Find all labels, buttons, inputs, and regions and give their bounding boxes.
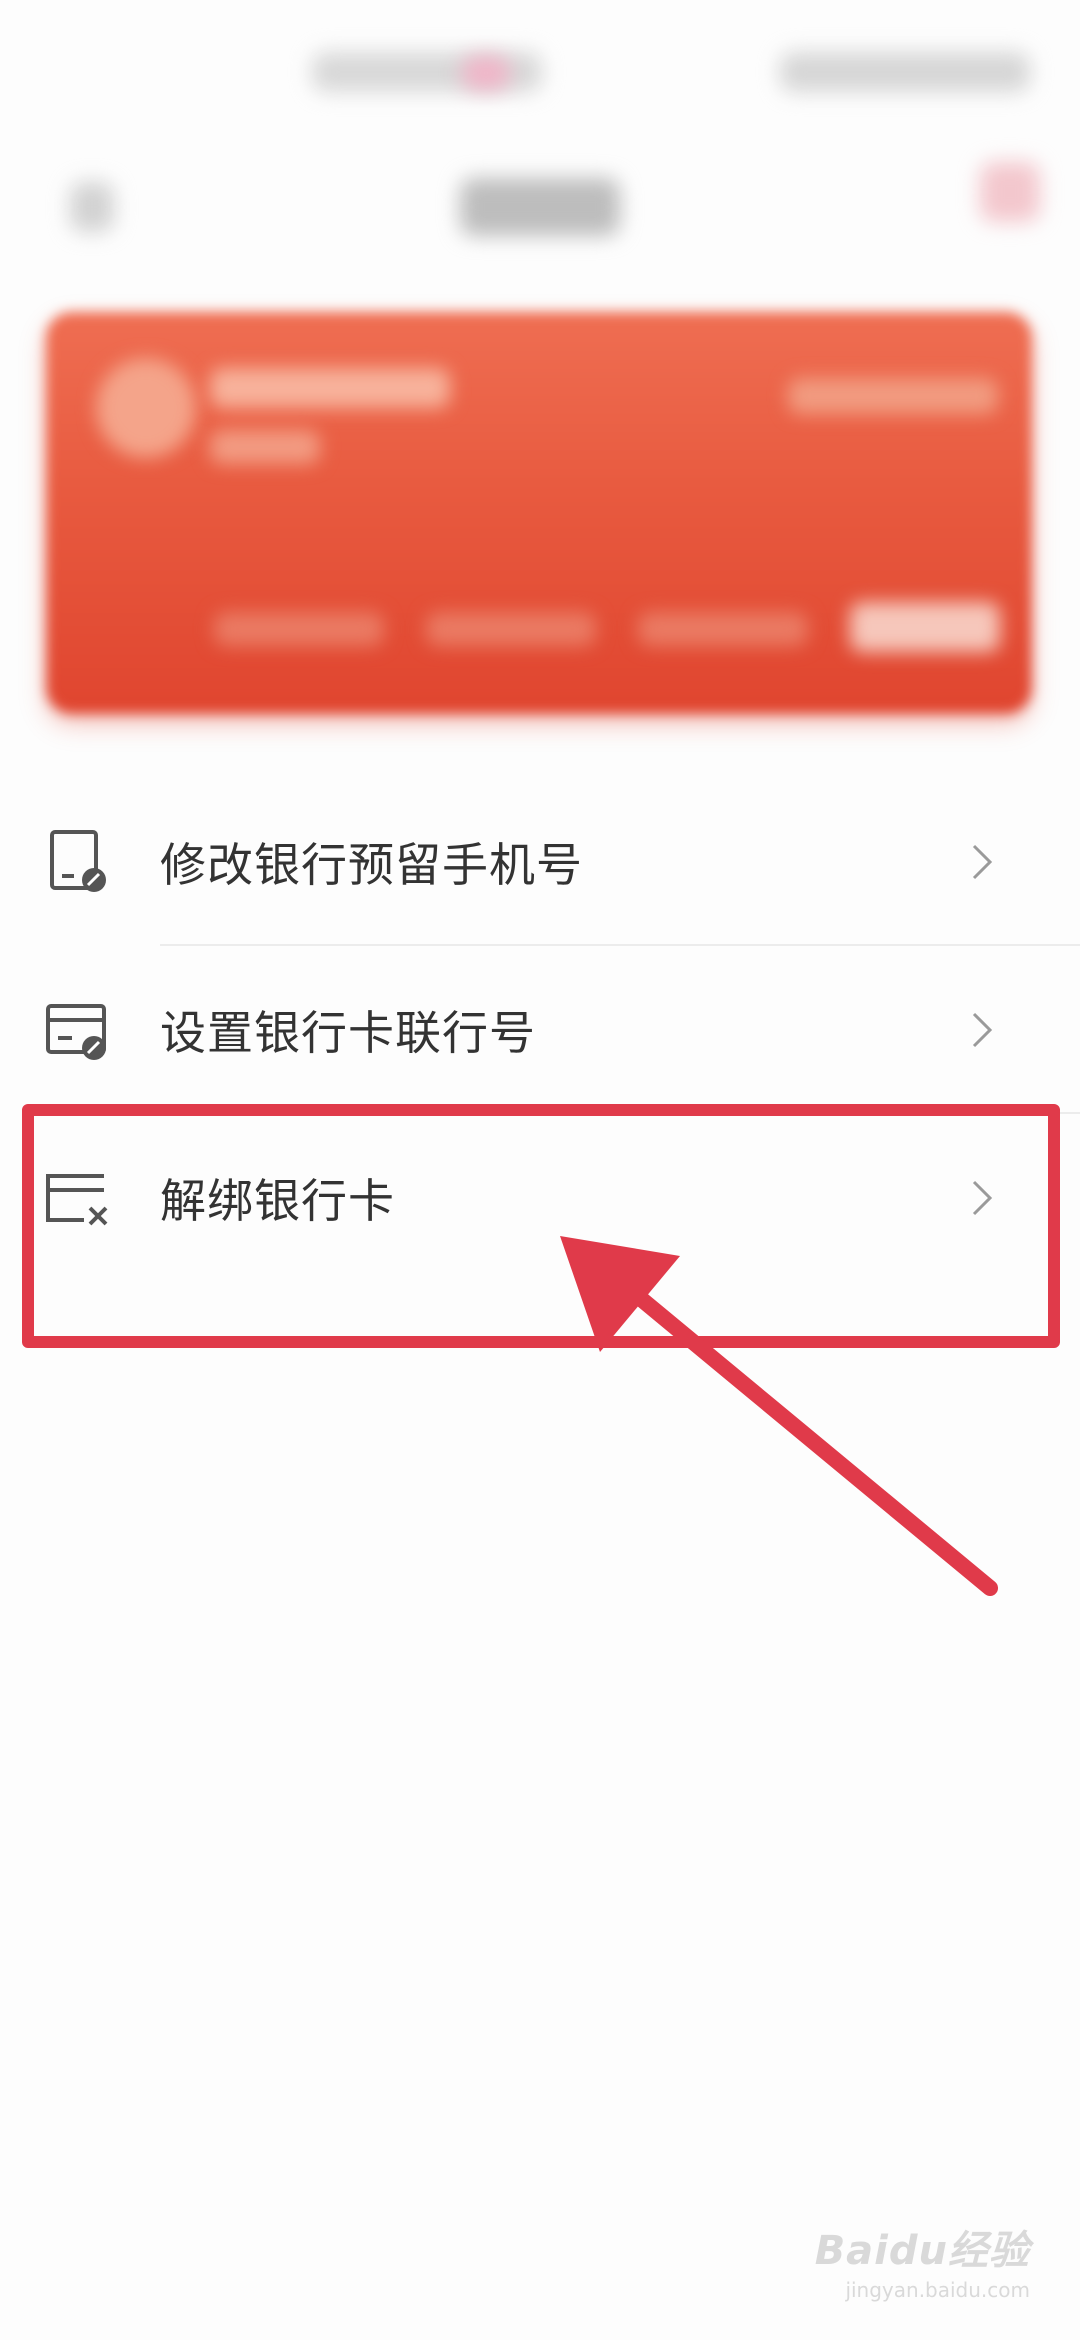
bank-card-content — [46, 312, 1032, 714]
card-number-group-3 — [638, 612, 808, 646]
card-type-blurred — [210, 430, 320, 464]
card-tag-blurred — [788, 378, 998, 414]
status-bar — [0, 0, 1080, 150]
page-title-blurred — [460, 178, 620, 236]
menu-item-change-phone[interactable]: 修改银行预留手机号 — [0, 778, 1080, 946]
back-icon[interactable] — [70, 182, 114, 232]
chevron-right-icon — [970, 842, 994, 882]
card-number-last-blurred — [850, 602, 1000, 652]
more-icon[interactable] — [980, 162, 1040, 222]
watermark-brand: Baidu经验 — [814, 2228, 1030, 2274]
menu-label-change-phone: 修改银行预留手机号 — [160, 838, 583, 892]
phone-edit-icon — [44, 828, 112, 896]
menu-item-set-bank-code[interactable]: 设置银行卡联行号 — [0, 946, 1080, 1114]
baidu-watermark: Baidu经验 jingyan.baidu.com — [815, 2218, 1030, 2302]
card-number-group-2 — [426, 612, 596, 646]
bank-logo-icon — [96, 358, 196, 458]
card-settings-icon — [44, 996, 112, 1064]
annotation-highlight-box — [22, 1104, 1060, 1348]
status-indicator-blurred — [462, 56, 510, 90]
chevron-right-icon — [970, 1010, 994, 1050]
status-icons-blurred — [780, 52, 1030, 92]
menu-label-set-bank-code: 设置银行卡联行号 — [160, 1006, 536, 1060]
nav-header — [0, 150, 1080, 260]
bank-name-blurred — [210, 368, 450, 408]
watermark-url: jingyan.baidu.com — [845, 2278, 1030, 2302]
card-number-group-1 — [214, 612, 384, 646]
